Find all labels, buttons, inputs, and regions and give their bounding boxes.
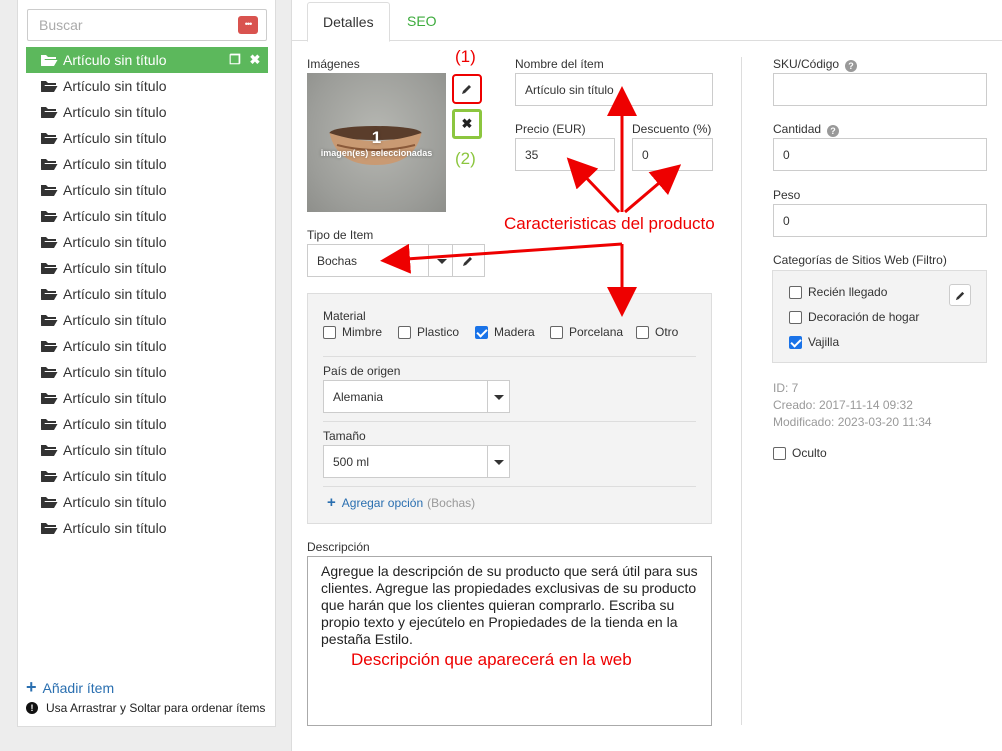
- plus-icon: +: [26, 677, 37, 697]
- list-item[interactable]: Artículo sin título: [26, 99, 268, 125]
- list-item-label: Artículo sin título: [63, 338, 167, 354]
- list-item-label: Artículo sin título: [63, 78, 167, 94]
- list-item-label: Artículo sin título: [63, 208, 167, 224]
- add-item-button[interactable]: + Añadir ítem: [26, 677, 114, 698]
- drag-hint-text: Usa Arrastrar y Soltar para ordenar ítem…: [46, 701, 266, 715]
- annotation-arrows: [380, 86, 682, 317]
- duplicate-icon[interactable]: ❐: [228, 52, 242, 68]
- arrow-to-price: [566, 157, 621, 214]
- folder-open-icon: [41, 81, 58, 92]
- list-item[interactable]: Artículo sin título: [26, 151, 268, 177]
- list-item-label: Artículo sin título: [63, 364, 167, 380]
- folder-open-icon: [41, 263, 58, 274]
- list-item[interactable]: Artículo sin título: [26, 307, 268, 333]
- list-item-label: Artículo sin título: [63, 234, 167, 250]
- folder-open-icon: [41, 497, 58, 508]
- list-item[interactable]: Artículo sin título: [26, 437, 268, 463]
- arrow-to-discount: [624, 164, 682, 214]
- list-item-label: Artículo sin título: [63, 260, 167, 276]
- search-input[interactable]: [28, 10, 218, 40]
- folder-open-icon: [41, 523, 58, 534]
- list-item-label: Artículo sin título: [63, 468, 167, 484]
- list-item-label: Artículo sin título: [63, 390, 167, 406]
- list-item-label: Artículo sin título: [63, 52, 167, 68]
- folder-open-icon: [41, 367, 58, 378]
- folder-open-icon: [41, 211, 58, 222]
- items-sidebar: ••• Artículo sin título❐✖Artículo sin tí…: [17, 0, 276, 727]
- folder-open-icon: [41, 185, 58, 196]
- list-item[interactable]: Artículo sin título: [26, 125, 268, 151]
- item-list: Artículo sin título ❐ ✖ Artículo sin título…: [26, 47, 268, 541]
- folder-open-icon: [41, 289, 58, 300]
- list-item[interactable]: Artículo sin título: [26, 255, 268, 281]
- list-item[interactable]: Artículo sin título ❐ ✖: [26, 47, 268, 73]
- folder-open-icon: [41, 55, 58, 66]
- list-item-label: Artículo sin título: [63, 416, 167, 432]
- list-item-label: Artículo sin título: [63, 286, 167, 302]
- arrow-to-type: [380, 242, 623, 274]
- list-item[interactable]: Artículo sin título: [26, 489, 268, 515]
- list-item[interactable]: Artículo sin título: [26, 385, 268, 411]
- folder-open-icon: [41, 107, 58, 118]
- list-item[interactable]: Artículo sin título: [26, 177, 268, 203]
- list-item-label: Artículo sin título: [63, 104, 167, 120]
- folder-open-icon: [41, 341, 58, 352]
- drag-hint: ! Usa Arrastrar y Soltar para ordenar ít…: [26, 701, 265, 715]
- add-item-label: Añadir ítem: [42, 679, 115, 696]
- folder-open-icon: [41, 393, 58, 404]
- list-item[interactable]: Artículo sin título: [26, 359, 268, 385]
- info-icon: !: [26, 702, 38, 714]
- list-item-label: Artículo sin título: [63, 520, 167, 536]
- list-item-label: Artículo sin título: [63, 442, 167, 458]
- close-icon[interactable]: ✖: [248, 52, 262, 68]
- search-box: •••: [27, 9, 267, 41]
- folder-open-icon: [41, 159, 58, 170]
- folder-open-icon: [41, 315, 58, 326]
- list-item-label: Artículo sin título: [63, 312, 167, 328]
- folder-open-icon: [41, 419, 58, 430]
- folder-open-icon: [41, 237, 58, 248]
- list-item[interactable]: Artículo sin título: [26, 73, 268, 99]
- list-item-label: Artículo sin título: [63, 130, 167, 146]
- list-item[interactable]: Artículo sin título: [26, 515, 268, 541]
- folder-open-icon: [41, 471, 58, 482]
- item-editor: Detalles SEO Imágenes 1 imagen(es) selec…: [291, 0, 1002, 751]
- list-item[interactable]: Artículo sin título: [26, 463, 268, 489]
- list-item-label: Artículo sin título: [63, 182, 167, 198]
- folder-open-icon: [41, 445, 58, 456]
- list-item[interactable]: Artículo sin título: [26, 281, 268, 307]
- folder-open-icon: [41, 133, 58, 144]
- list-item[interactable]: Artículo sin título: [26, 229, 268, 255]
- list-item-label: Artículo sin título: [63, 156, 167, 172]
- list-item[interactable]: Artículo sin título: [26, 203, 268, 229]
- list-item[interactable]: Artículo sin título: [26, 411, 268, 437]
- list-item[interactable]: Artículo sin título: [26, 333, 268, 359]
- list-item-label: Artículo sin título: [63, 494, 167, 510]
- password-manager-icon[interactable]: •••: [238, 16, 258, 34]
